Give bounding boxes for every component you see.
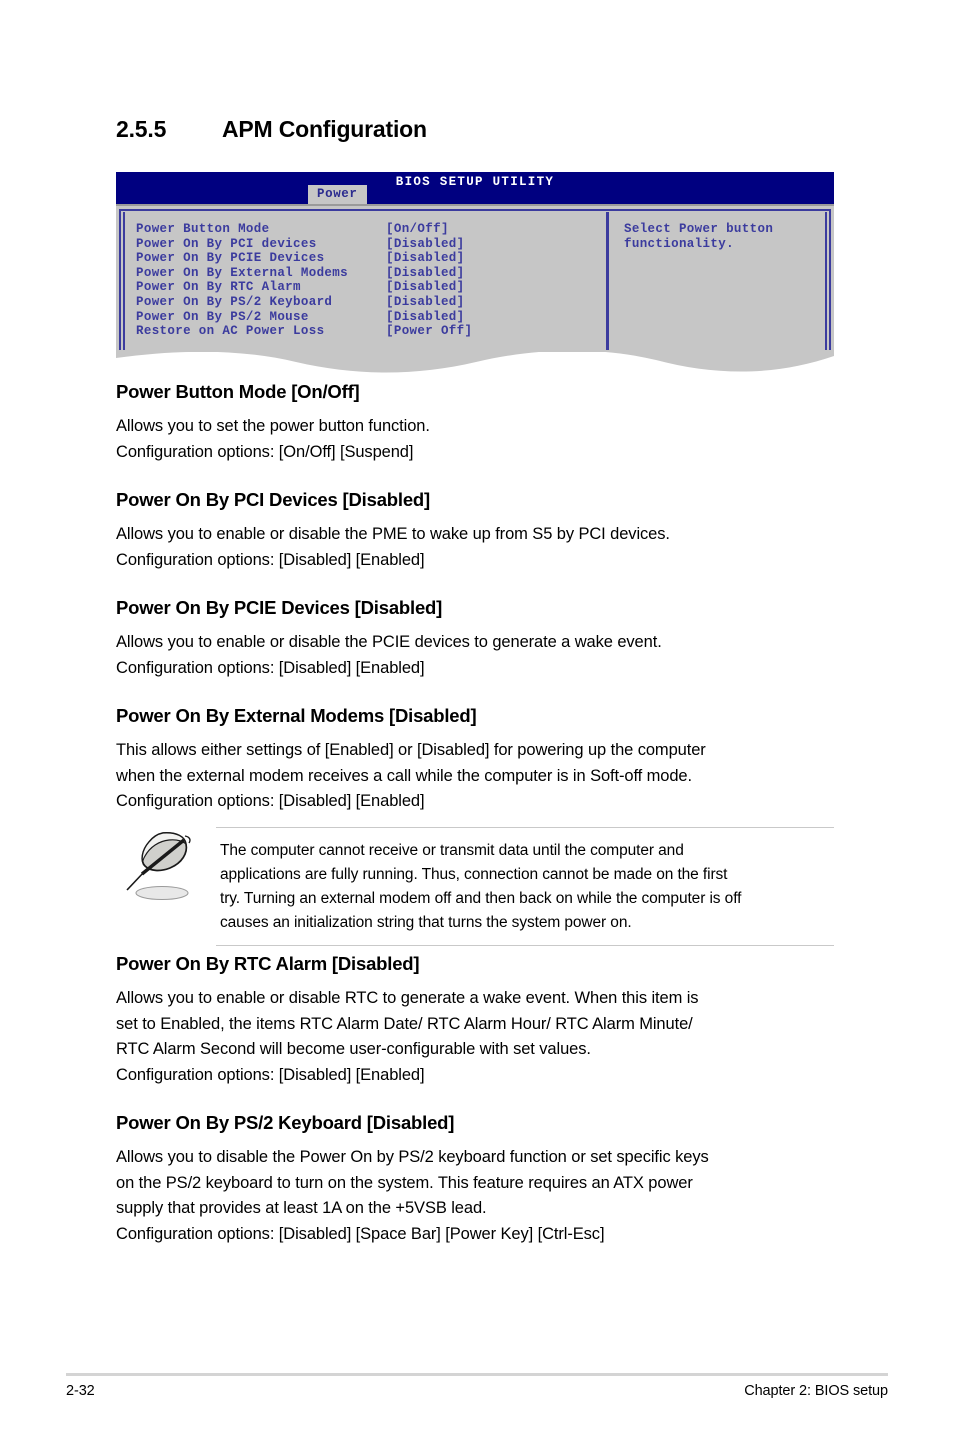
- doc-body-line: Allows you to enable or disable the PME …: [116, 525, 670, 543]
- doc-body-line: Allows you to enable or disable the PCIE…: [116, 633, 662, 651]
- doc-body-line: on the PS/2 keyboard to turn on the syst…: [116, 1173, 693, 1192]
- bios-option-value[interactable]: [Disabled]: [386, 251, 465, 265]
- bios-option-row[interactable]: Power On By PCIE Devices [Disabled]: [136, 251, 472, 266]
- doc-section-body: This allows either settings of [Enabled]…: [116, 738, 838, 815]
- bios-titlebar: BIOS SETUP UTILITY Power: [116, 172, 834, 204]
- doc-section-body: Allows you to set the power button funct…: [116, 414, 838, 465]
- doc-section: Power On By RTC Alarm [Disabled] Allows y…: [116, 953, 838, 1088]
- note-line: causes an initialization string that tur…: [220, 914, 632, 931]
- doc-section: Power On By PS/2 Keyboard [Disabled] Allo…: [116, 1112, 838, 1247]
- doc-body-line: Allows you to enable or disable RTC to g…: [116, 989, 699, 1007]
- doc-body-line: supply that provides at least 1A on the …: [116, 1199, 487, 1217]
- bios-option-label: Power On By PCI devices: [136, 236, 317, 251]
- doc-body-line: set to Enabled, the items RTC Alarm Date…: [116, 1014, 693, 1033]
- note-text: The computer cannot receive or transmit …: [220, 839, 820, 935]
- bios-option-row[interactable]: Power On By RTC Alarm [Disabled]: [136, 280, 472, 295]
- bios-option-row[interactable]: Power On By PS/2 Mouse [Disabled]: [136, 310, 472, 325]
- doc-section: Power Button Mode [On/Off] Allows you to …: [116, 381, 838, 465]
- bios-option-value[interactable]: [Disabled]: [386, 237, 465, 251]
- section-title: APM Configuration: [222, 116, 427, 142]
- note-bottom-rule: [216, 945, 834, 946]
- bios-option-label: Power On By External Modems: [136, 265, 348, 280]
- bios-option-row[interactable]: Restore on AC Power Loss [Power Off]: [136, 324, 472, 339]
- section-number: 2.5.5: [116, 116, 167, 142]
- bios-setup-screenshot: BIOS SETUP UTILITY Power Power Button Mo…: [116, 172, 834, 373]
- doc-body-line: Allows you to set the power button funct…: [116, 417, 430, 435]
- doc-section-title: Power On By RTC Alarm [Disabled]: [116, 953, 420, 974]
- bios-option-value[interactable]: [Disabled]: [386, 295, 465, 309]
- page-footer: 2-32 Chapter 2: BIOS setup: [66, 1383, 888, 1399]
- bios-title: BIOS SETUP UTILITY: [395, 175, 555, 189]
- doc-section: Power On By PCIE Devices [Disabled] Allow…: [116, 597, 838, 681]
- bios-option-value[interactable]: [Power Off]: [386, 324, 472, 338]
- note-line: The computer cannot receive or transmit …: [220, 842, 684, 859]
- doc-section: Power On By External Modems [Disabled] Th…: [116, 705, 838, 815]
- bios-option-row[interactable]: Power Button Mode [On/Off]: [136, 222, 472, 237]
- doc-body-line: RTC Alarm Second will become user-config…: [116, 1040, 591, 1058]
- bios-option-value[interactable]: [Disabled]: [386, 280, 465, 294]
- bios-option-row[interactable]: Power On By External Modems [Disabled]: [136, 266, 472, 281]
- bios-option-label: Power On By PS/2 Keyboard: [136, 294, 333, 309]
- doc-section-body: Allows you to enable or disable the PCIE…: [116, 630, 838, 681]
- doc-section-body: Allows you to enable or disable the PME …: [116, 522, 838, 573]
- doc-section-title: Power Button Mode [On/Off]: [116, 381, 360, 402]
- bios-option-list: Power Button Mode [On/Off] Power On By PCI…: [136, 222, 472, 339]
- page-title: 2.5.5 APM Configuration: [116, 116, 836, 143]
- bios-option-value[interactable]: [Disabled]: [386, 266, 465, 280]
- doc-body-line: Configuration options: [Disabled] [Space…: [116, 1224, 605, 1243]
- bios-option-value[interactable]: [On/Off]: [386, 222, 449, 236]
- doc-section-title: Power On By External Modems [Disabled]: [116, 705, 477, 726]
- bios-tab-power[interactable]: Power: [308, 185, 367, 204]
- doc-body-line: Configuration options: [On/Off] [Suspend…: [116, 442, 414, 461]
- doc-body-line: Configuration options: [Disabled] [Enabl…: [116, 792, 425, 810]
- bios-option-value[interactable]: [Disabled]: [386, 310, 465, 324]
- note-line: applications are fully running. Thus, co…: [220, 866, 728, 883]
- bios-option-label: Power Button Mode: [136, 222, 270, 236]
- doc-body-line: Configuration options: [Disabled] [Enabl…: [116, 1065, 425, 1084]
- footer-page-number: 2-32: [66, 1383, 95, 1399]
- bios-option-label: Power On By RTC Alarm: [136, 280, 301, 295]
- doc-body-line: Configuration options: [Disabled] [Enabl…: [116, 658, 425, 677]
- footer-chapter-label: Chapter 2: BIOS setup: [744, 1383, 888, 1399]
- bios-option-label: Power On By PS/2 Mouse: [136, 309, 309, 324]
- doc-body-line: Allows you to disable the Power On by PS…: [116, 1148, 709, 1166]
- bios-help-text: Select Power button functionality.: [624, 222, 774, 251]
- bios-body: Power Button Mode [On/Off] Power On By PCI…: [116, 204, 834, 352]
- quill-pen-icon: [126, 832, 191, 900]
- bios-option-row[interactable]: Power On By PCI devices [Disabled]: [136, 237, 472, 252]
- doc-section-title: Power On By PCIE Devices [Disabled]: [116, 597, 443, 618]
- doc-section-title: Power On By PS/2 Keyboard [Disabled]: [116, 1112, 455, 1133]
- bios-pane-divider: [606, 212, 609, 352]
- doc-section-body: Allows you to enable or disable RTC to g…: [116, 986, 838, 1088]
- bios-option-label: Restore on AC Power Loss: [136, 324, 325, 339]
- note-line: try. Turning an external modem off and t…: [220, 890, 742, 907]
- bios-option-label: Power On By PCIE Devices: [136, 251, 325, 266]
- doc-section-body: Allows you to disable the Power On by PS…: [116, 1145, 838, 1247]
- bios-option-row[interactable]: Power On By PS/2 Keyboard [Disabled]: [136, 295, 472, 310]
- doc-section-title: Power On By PCI Devices [Disabled]: [116, 489, 430, 510]
- footer-rule: [66, 1373, 888, 1376]
- doc-section: Power On By PCI Devices [Disabled] Allows…: [116, 489, 838, 573]
- doc-body-line: when the external modem receives a call …: [116, 766, 692, 785]
- doc-body-line: Configuration options: [Disabled] [Enabl…: [116, 550, 425, 569]
- doc-body-line: This allows either settings of [Enabled]…: [116, 741, 706, 759]
- note-callout: The computer cannot receive or transmit …: [116, 827, 834, 946]
- torn-edge-decoration: [116, 350, 834, 373]
